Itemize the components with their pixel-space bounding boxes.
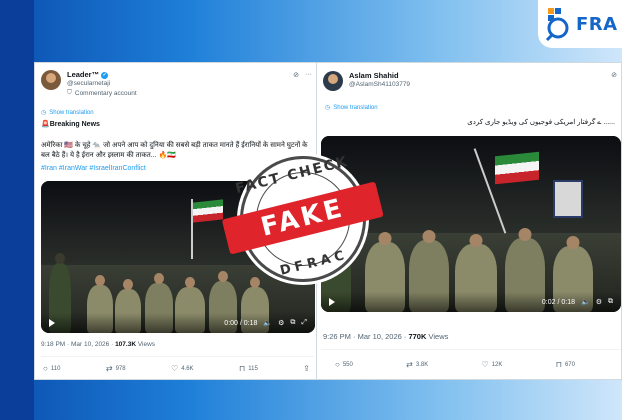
reply-button[interactable]: ○ 110: [43, 365, 60, 373]
avatar[interactable]: [41, 70, 61, 90]
play-icon[interactable]: [49, 319, 55, 327]
divider: [321, 349, 621, 350]
tweet-top-icons: ⊘: [611, 71, 617, 79]
pip-icon[interactable]: ⧉: [608, 298, 613, 306]
left-accent-bar: [0, 0, 34, 420]
reply-icon: ○: [335, 360, 340, 369]
grok-icon[interactable]: ⊘: [293, 71, 299, 79]
reply-icon: ○: [43, 364, 48, 373]
tweet-headline: 🚨Breaking News: [41, 121, 100, 128]
volume-icon[interactable]: 🔈: [581, 298, 590, 306]
tweet-timestamp[interactable]: 9:26 PM · Mar 10, 2026 · 770K Views: [323, 332, 448, 341]
video-time: 0:02 / 0:18: [541, 298, 575, 306]
iran-flag: [193, 199, 223, 223]
avatar[interactable]: [323, 71, 343, 91]
tweet-header: Leader™ ✓ @secularnetaji ⛉ Commentary acc…: [41, 70, 137, 97]
tweet-header: Aslam Shahid @AslamSh41103779: [323, 71, 410, 91]
bookmark-icon: ⊓: [555, 360, 562, 369]
show-translation-link[interactable]: ◷ Show translation: [325, 104, 378, 112]
repost-button[interactable]: ⇄ 978: [106, 365, 126, 373]
video-controls: 0:02 / 0:18 🔈 ⚙ ⧉: [321, 292, 621, 312]
tweet-actions: ○ 110 ⇄ 978 ♡ 4.6K ⊓ 115 ⇪: [43, 365, 310, 373]
divider: [41, 356, 314, 357]
iran-flag: [495, 151, 539, 185]
globe-icon: ◷: [325, 105, 331, 111]
volume-icon[interactable]: 🔈: [263, 319, 272, 327]
like-button[interactable]: ♡ 12K: [482, 361, 503, 369]
tweet-timestamp[interactable]: 9:18 PM · Mar 10, 2026 · 107.3K Views: [41, 341, 155, 348]
author-handle[interactable]: @secularnetaji: [67, 80, 137, 87]
reply-button[interactable]: ○ 550: [335, 361, 353, 369]
shield-icon: ⛉: [67, 89, 72, 96]
settings-icon[interactable]: ⚙: [278, 319, 284, 327]
grok-icon[interactable]: ⊘: [611, 71, 617, 79]
leader-portrait: [553, 180, 583, 218]
heart-icon: ♡: [481, 360, 489, 369]
play-icon[interactable]: [329, 298, 335, 306]
dfrac-logo: FRA: [538, 0, 622, 48]
bookmark-icon: ⊓: [239, 364, 246, 373]
account-badge: ⛉ Commentary account: [67, 89, 137, 97]
repost-icon: ⇄: [406, 360, 413, 369]
pip-icon[interactable]: ⧉: [290, 319, 295, 327]
share-icon: ⇪: [303, 364, 310, 373]
fullscreen-icon[interactable]: ⤢: [301, 319, 307, 327]
heart-icon: ♡: [171, 364, 179, 373]
like-button[interactable]: ♡ 4.6K: [171, 365, 194, 373]
more-icon[interactable]: ···: [305, 71, 312, 79]
tweet-top-icons: ⊘ ···: [293, 71, 312, 79]
repost-button[interactable]: ⇄ 3.8K: [406, 361, 428, 369]
bookmark-button[interactable]: ⊓ 670: [556, 361, 575, 369]
settings-icon[interactable]: ⚙: [596, 298, 602, 306]
tweet-actions: ○ 550 ⇄ 3.8K ♡ 12K ⊓ 670: [335, 361, 575, 369]
brand-name: FRA: [576, 13, 618, 35]
tweet-body: ...... ے گرفتار امریکی فوجیوں کی ویڈیو ج…: [467, 119, 615, 126]
magnifier-logo-icon: [544, 6, 574, 42]
show-translation-link[interactable]: ◷ Show translation: [41, 109, 94, 117]
globe-icon: ◷: [41, 110, 47, 116]
author-handle[interactable]: @AslamSh41103779: [349, 81, 410, 88]
verified-icon: ✓: [101, 71, 109, 79]
bookmark-button[interactable]: ⊓ 115: [239, 365, 258, 373]
video-controls: 0:00 / 0:18 🔈 ⚙ ⧉ ⤢: [41, 313, 315, 333]
author-name[interactable]: Aslam Shahid: [349, 71, 410, 80]
video-time: 0:00 / 0:18: [224, 319, 258, 327]
share-button[interactable]: ⇪: [303, 365, 310, 373]
author-name[interactable]: Leader™ ✓: [67, 70, 137, 79]
repost-icon: ⇄: [105, 364, 113, 373]
